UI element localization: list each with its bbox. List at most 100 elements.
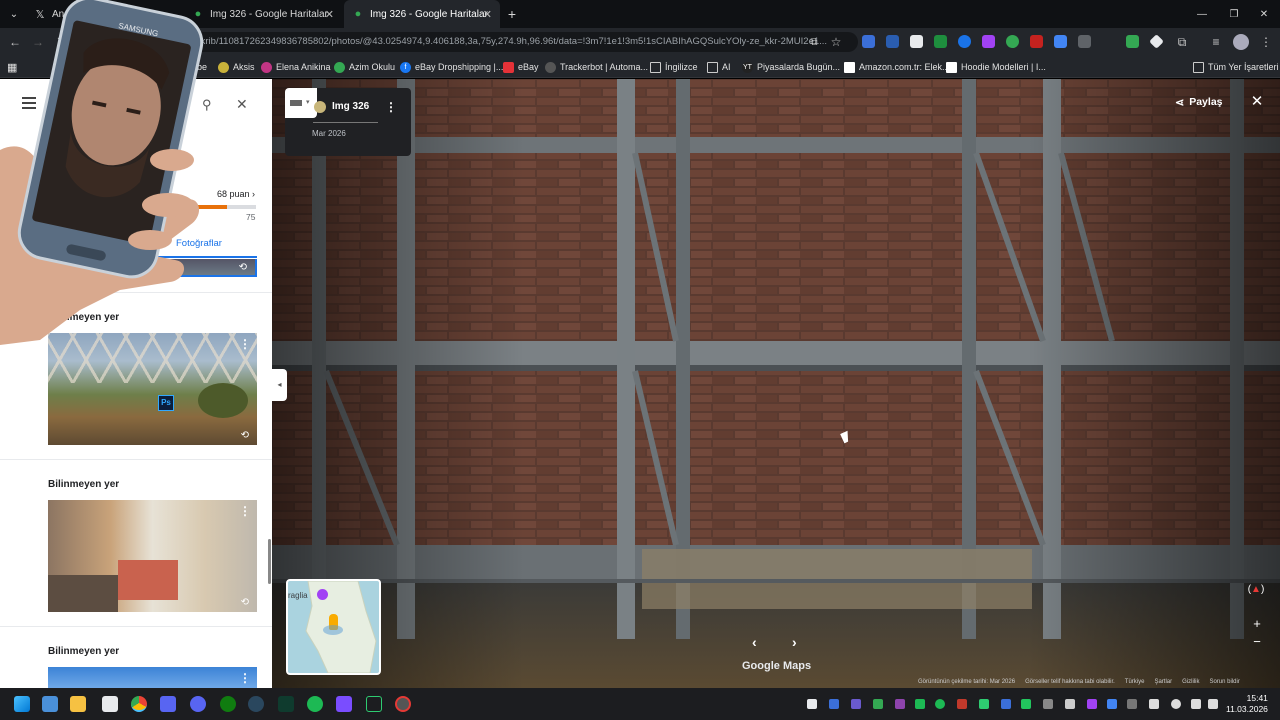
- tray-icon[interactable]: [1021, 699, 1031, 709]
- keyboard-icon[interactable]: ▾: [285, 88, 317, 118]
- spotify-icon[interactable]: [307, 696, 323, 712]
- tray-icon[interactable]: [895, 699, 905, 709]
- extension-icon[interactable]: [1126, 35, 1139, 48]
- store-icon[interactable]: [102, 696, 118, 712]
- zoom-in-button[interactable]: +: [1249, 616, 1265, 632]
- microphone-icon[interactable]: [1171, 699, 1181, 709]
- minimize-button[interactable]: —: [1192, 0, 1212, 28]
- extension-icon[interactable]: [958, 35, 971, 48]
- tray-icon[interactable]: [1107, 699, 1117, 709]
- new-tab-button[interactable]: +: [503, 0, 521, 28]
- tray-icon[interactable]: [829, 699, 839, 709]
- bookmark-star-icon[interactable]: ☆: [828, 34, 844, 50]
- chrome-icon[interactable]: [131, 696, 147, 712]
- mini-map[interactable]: raglia: [286, 579, 381, 675]
- next-photo-icon[interactable]: ›: [792, 634, 797, 650]
- windows-start-icon[interactable]: [14, 696, 30, 712]
- extension-icon[interactable]: [1078, 35, 1091, 48]
- extension-icon[interactable]: [1054, 35, 1067, 48]
- tray-icon[interactable]: [851, 699, 861, 709]
- tray-icon[interactable]: [873, 699, 883, 709]
- extension-icon[interactable]: [1006, 35, 1019, 48]
- extension-icon[interactable]: [934, 35, 947, 48]
- bookmark-amazon[interactable]: Amazon.com.tr: Elek...: [844, 60, 950, 74]
- translate-extension-icon[interactable]: [862, 35, 875, 48]
- more-options-icon[interactable]: ⋮: [239, 504, 251, 518]
- bookmark-piyasalarda[interactable]: YT Piyasalarda Bugün...: [742, 60, 840, 74]
- close-icon[interactable]: ✕: [483, 8, 492, 21]
- bookmark-trackerbot[interactable]: Trackerbot | Automa...: [545, 60, 648, 74]
- app-icon[interactable]: [366, 696, 382, 712]
- bookmark-hoodie[interactable]: Hoodie Modelleri | I...: [946, 60, 1046, 74]
- card-title[interactable]: Bilinmeyen yer: [48, 479, 119, 490]
- network-icon[interactable]: [1191, 699, 1201, 709]
- bookmark-ingilizce[interactable]: İngilizce: [650, 60, 698, 74]
- photo-thumbnail[interactable]: Ps ⋮ ⟲: [48, 333, 257, 445]
- points-label[interactable]: 68 puan ›: [217, 189, 255, 199]
- profile-avatar[interactable]: [1233, 34, 1249, 50]
- app-icon[interactable]: [160, 696, 176, 712]
- app-icon[interactable]: [395, 696, 411, 712]
- bookmark-ebay[interactable]: eBay: [503, 60, 539, 74]
- address-bar[interactable]: tkrib/110817262349836785802/photos/@43.0…: [188, 32, 858, 52]
- photo-date: Mar 2026: [312, 129, 346, 138]
- close-icon[interactable]: ✕: [325, 8, 334, 21]
- maximize-button[interactable]: ❐: [1224, 0, 1244, 28]
- steam-icon[interactable]: [248, 696, 264, 712]
- bookmark-azim[interactable]: Azim Okulu: [334, 60, 395, 74]
- photo-thumbnail[interactable]: ⋮: [48, 667, 257, 688]
- tray-icon[interactable]: [979, 699, 989, 709]
- compass-icon[interactable]: (▲): [1244, 584, 1268, 604]
- tray-icon[interactable]: [957, 699, 967, 709]
- discord-icon[interactable]: [190, 696, 206, 712]
- extensions-puzzle-icon[interactable]: ⧉: [1174, 34, 1190, 50]
- task-view-icon[interactable]: [42, 696, 58, 712]
- window-close-button[interactable]: ✕: [1254, 0, 1274, 28]
- tray-icon[interactable]: [1065, 699, 1075, 709]
- close-icon[interactable]: ✕: [1248, 93, 1266, 111]
- street-view-panorama[interactable]: [272, 79, 1280, 688]
- install-app-icon[interactable]: ⧉: [806, 34, 822, 50]
- close-icon[interactable]: ✕: [236, 96, 248, 113]
- tray-icon[interactable]: [1001, 699, 1011, 709]
- bookmark-ebay-dropshipping[interactable]: f eBay Dropshipping |...: [400, 60, 503, 74]
- tray-icon[interactable]: [1127, 699, 1137, 709]
- tray-icon[interactable]: [1043, 699, 1053, 709]
- tab-maps-2[interactable]: ● Img 326 - Google Haritalar ✕: [344, 0, 500, 28]
- battery-icon[interactable]: [1149, 699, 1159, 709]
- more-options-icon[interactable]: ⋮: [239, 671, 251, 685]
- extension-icon[interactable]: [982, 35, 995, 48]
- bookmark-aksis[interactable]: Aksis: [218, 60, 255, 74]
- trackerbot-icon: [545, 61, 556, 73]
- tray-icon[interactable]: [807, 699, 817, 709]
- tray-icon[interactable]: [915, 699, 925, 709]
- share-button[interactable]: ⋖ Paylaş: [1175, 90, 1235, 114]
- reading-list-icon[interactable]: ≡: [1208, 34, 1224, 50]
- collapse-panel-button[interactable]: ◂: [272, 369, 287, 401]
- browser-menu-icon[interactable]: ⋮: [1258, 34, 1274, 50]
- more-options-icon[interactable]: ⋮: [239, 337, 251, 351]
- more-options-icon[interactable]: ⋮: [385, 100, 397, 114]
- zoom-out-button[interactable]: −: [1249, 634, 1265, 650]
- photo-title[interactable]: Img 326: [332, 101, 369, 112]
- tray-icon[interactable]: [935, 699, 945, 709]
- previous-photo-icon[interactable]: ‹: [752, 634, 757, 650]
- app-icon[interactable]: [278, 696, 294, 712]
- bookmark-all[interactable]: Tüm Yer İşaretleri: [1193, 60, 1279, 74]
- xbox-icon[interactable]: [220, 696, 236, 712]
- extension-icon[interactable]: [1030, 35, 1043, 48]
- extension-icon[interactable]: [910, 35, 923, 48]
- photo-thumbnail[interactable]: ⋮ ⟲: [48, 500, 257, 612]
- folder-icon: [1193, 61, 1204, 73]
- taskbar-clock[interactable]: 15:41 11.03.2026: [1226, 693, 1268, 715]
- card-title[interactable]: Bilinmeyen yer: [48, 646, 119, 657]
- share-icon: ⋖: [1175, 96, 1185, 109]
- bookmark-ai[interactable]: AI: [707, 60, 731, 74]
- scrollbar-thumb[interactable]: [268, 539, 271, 584]
- volume-icon[interactable]: [1208, 699, 1218, 709]
- tray-icon[interactable]: [1087, 699, 1097, 709]
- app-icon[interactable]: [336, 696, 352, 712]
- bookmark-elena[interactable]: Elena Anikina: [261, 60, 331, 74]
- file-explorer-icon[interactable]: [70, 696, 86, 712]
- extension-icon[interactable]: [886, 35, 899, 48]
